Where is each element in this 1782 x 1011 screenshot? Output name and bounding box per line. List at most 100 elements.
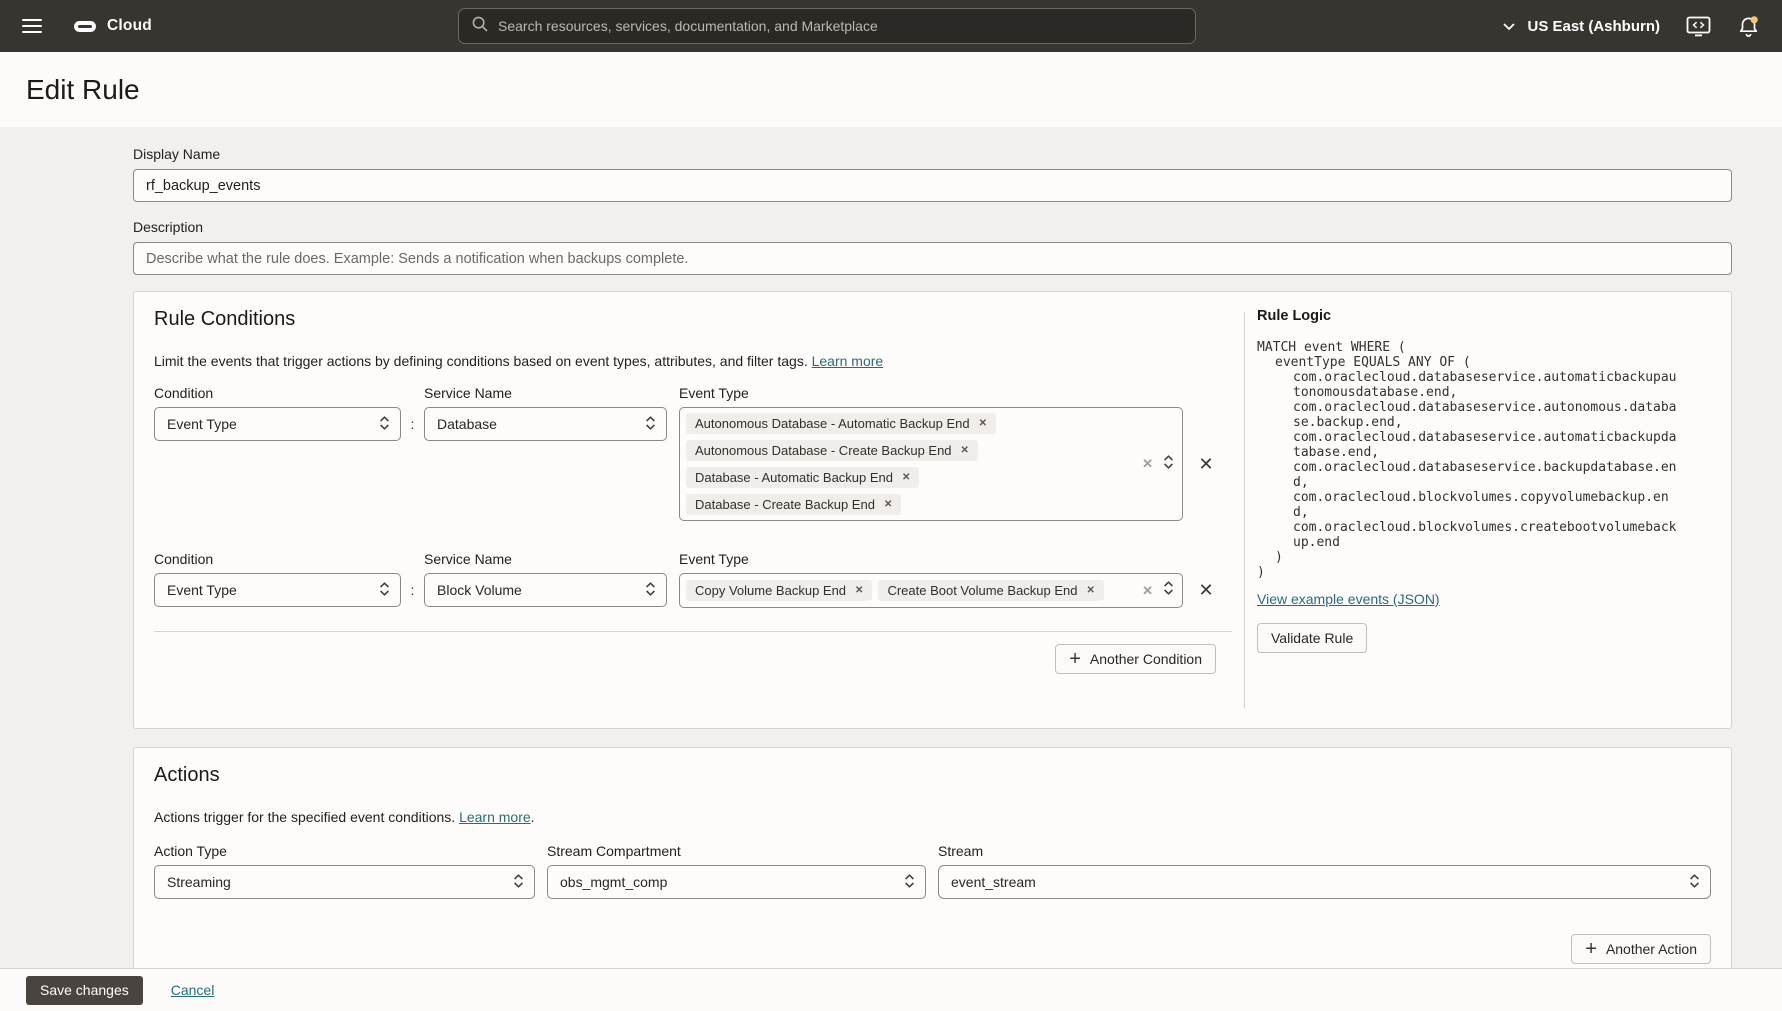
condition-colon: : (401, 407, 424, 441)
hamburger-menu-icon[interactable] (22, 19, 42, 33)
service-name-label: Service Name (424, 385, 679, 401)
event-type-tag-label: Autonomous Database - Create Backup End (695, 443, 952, 458)
rule-conditions-title: Rule Conditions (154, 308, 1232, 331)
rule-logic-line: com.oraclecloud.databaseservice.automati… (1257, 430, 1681, 460)
save-changes-button[interactable]: Save changes (26, 976, 143, 1005)
event-type-tag-label: Create Boot Volume Backup End (887, 583, 1077, 598)
action-row: Streaming obs_mgmt_comp event_stream (154, 865, 1711, 899)
remove-tag-icon[interactable]: ✕ (1087, 585, 1095, 596)
clear-selection-icon[interactable]: ✕ (1142, 456, 1153, 472)
rule-logic-title: Rule Logic (1257, 308, 1713, 324)
rule-conditions-card: Rule Conditions Limit the events that tr… (133, 291, 1732, 729)
select-chevrons-icon (1689, 872, 1700, 893)
event-type-tag-label: Database - Automatic Backup End (695, 470, 893, 485)
description-label: Description (133, 219, 1732, 235)
rule-logic-line: com.oraclecloud.databaseservice.backupda… (1257, 460, 1681, 490)
select-chevrons-icon (513, 872, 524, 893)
event-type-tag: Autonomous Database - Automatic Backup E… (686, 413, 996, 434)
actions-title: Actions (154, 764, 1711, 787)
event-type-label: Event Type (679, 385, 749, 401)
rule-logic-line: ) (1257, 565, 1681, 580)
oracle-logo (74, 21, 96, 32)
brand-label: Cloud (107, 17, 152, 35)
select-chevrons-icon (379, 414, 390, 435)
region-selector[interactable]: US East (Ashburn) (1502, 18, 1660, 35)
another-condition-button[interactable]: + Another Condition (1055, 644, 1216, 674)
action-type-label: Action Type (154, 843, 547, 859)
rule-logic-panel: Rule Logic MATCH event WHERE (eventType … (1245, 292, 1731, 728)
rule-logic-line: com.oraclecloud.databaseservice.automati… (1257, 370, 1681, 400)
plus-icon: + (1069, 649, 1081, 669)
cancel-link[interactable]: Cancel (171, 982, 215, 998)
clear-selection-icon[interactable]: ✕ (1142, 583, 1153, 599)
plus-icon: + (1585, 939, 1597, 959)
rule-conditions-intro: Limit the events that trigger actions by… (154, 353, 1232, 369)
actions-card: Actions Actions trigger for the specifie… (133, 747, 1732, 985)
condition-select[interactable]: Event Type (154, 407, 401, 441)
description-input[interactable] (133, 242, 1732, 275)
rule-logic-line: ) (1257, 550, 1681, 565)
condition-label: Condition (154, 551, 424, 567)
condition-select[interactable]: Event Type (154, 573, 401, 607)
remove-condition-icon[interactable]: ✕ (1183, 580, 1229, 601)
select-chevrons-icon (904, 872, 915, 893)
search-input[interactable] (498, 18, 1183, 34)
event-type-tag: Autonomous Database - Create Backup End ✕ (686, 440, 978, 461)
rule-logic-code: MATCH event WHERE (eventType EQUALS ANY … (1257, 340, 1681, 580)
notification-badge (1751, 16, 1758, 23)
rule-logic-line: com.oraclecloud.databaseservice.autonomo… (1257, 400, 1681, 430)
event-type-tag-label: Autonomous Database - Automatic Backup E… (695, 416, 970, 431)
validate-rule-button[interactable]: Validate Rule (1257, 623, 1367, 653)
display-name-label: Display Name (133, 146, 1732, 162)
conditions-learn-more-link[interactable]: Learn more (812, 353, 884, 369)
select-chevrons-icon (379, 580, 390, 601)
remove-tag-icon[interactable]: ✕ (979, 418, 987, 429)
rule-logic-line: MATCH event WHERE ( (1257, 340, 1681, 355)
condition-labels-row: Condition Service Name Event Type (154, 551, 1232, 567)
actions-intro: Actions trigger for the specified event … (154, 809, 1711, 825)
notifications-bell-icon[interactable] (1737, 15, 1760, 38)
select-chevrons-icon (1163, 453, 1174, 476)
event-type-tag: Copy Volume Backup End✕ (686, 580, 872, 601)
service-name-select[interactable]: Block Volume (424, 573, 667, 607)
remove-condition-icon[interactable]: ✕ (1183, 454, 1229, 475)
chevron-down-icon (1502, 18, 1516, 35)
actions-labels-row: Action Type Stream Compartment Stream (154, 843, 1711, 859)
view-example-events-link[interactable]: View example events (JSON) (1257, 591, 1440, 607)
rule-logic-line: com.oraclecloud.blockvolumes.copyvolumeb… (1257, 490, 1681, 520)
event-type-multiselect[interactable]: Autonomous Database - Automatic Backup E… (679, 407, 1183, 521)
another-action-button[interactable]: + Another Action (1571, 934, 1711, 964)
rule-logic-line: com.oraclecloud.blockvolumes.createbootv… (1257, 520, 1681, 550)
stream-compartment-label: Stream Compartment (547, 843, 938, 859)
event-type-label: Event Type (679, 551, 749, 567)
global-search[interactable] (458, 8, 1196, 44)
remove-tag-icon[interactable]: ✕ (902, 472, 910, 483)
select-chevrons-icon (1163, 579, 1174, 602)
remove-tag-icon[interactable]: ✕ (884, 499, 892, 510)
actions-learn-more-link[interactable]: Learn more (459, 809, 531, 825)
event-type-tag: Database - Automatic Backup End ✕ (686, 467, 919, 488)
page-header: Edit Rule (0, 52, 1782, 127)
select-chevrons-icon (645, 580, 656, 601)
condition-row: Event Type : Database Autonomous Databas… (154, 407, 1232, 521)
select-chevrons-icon (645, 414, 656, 435)
region-label: US East (Ashburn) (1527, 18, 1660, 35)
event-type-tag: Create Boot Volume Backup End ✕ (878, 580, 1103, 601)
condition-colon: : (401, 573, 424, 607)
topbar: Cloud US East (Ashburn) (0, 0, 1782, 52)
remove-tag-icon[interactable]: ✕ (961, 445, 969, 456)
event-type-multiselect[interactable]: Copy Volume Backup End✕ Create Boot Volum… (679, 573, 1183, 608)
condition-row: Event Type : Block Volume Copy Volume Ba… (154, 573, 1232, 608)
conditions-divider (154, 631, 1232, 632)
stream-select[interactable]: event_stream (938, 865, 1711, 899)
stream-compartment-select[interactable]: obs_mgmt_comp (547, 865, 926, 899)
service-name-label: Service Name (424, 551, 679, 567)
condition-labels-row: Condition Service Name Event Type (154, 385, 1232, 401)
cloud-shell-icon[interactable] (1686, 16, 1711, 37)
display-name-input[interactable] (133, 169, 1732, 202)
service-name-select[interactable]: Database (424, 407, 667, 441)
event-type-tag-label: Database - Create Backup End (695, 497, 875, 512)
action-type-select[interactable]: Streaming (154, 865, 535, 899)
event-type-tag: Database - Create Backup End ✕ (686, 494, 901, 515)
remove-tag-icon[interactable]: ✕ (855, 585, 863, 596)
